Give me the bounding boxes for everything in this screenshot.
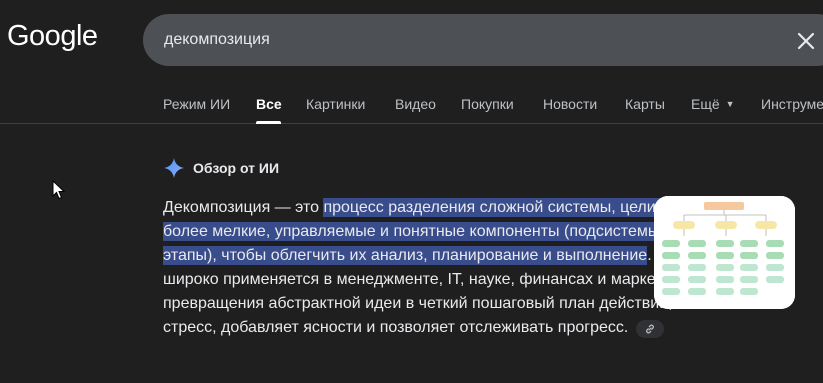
tab-more-label: Ещё [691, 96, 720, 112]
hierarchy-diagram-image [654, 196, 795, 309]
tab-all[interactable]: Все [256, 96, 282, 112]
search-tabs: Режим ИИ Все Картинки Видео Покупки Ново… [0, 86, 823, 124]
source-link-button[interactable] [636, 320, 665, 338]
tab-videos[interactable]: Видео [395, 96, 436, 112]
tab-ai-mode[interactable]: Режим ИИ [163, 96, 230, 112]
overview-text-before: Декомпозиция — это [163, 199, 324, 216]
active-tab-indicator [256, 121, 281, 124]
tab-news[interactable]: Новости [543, 96, 597, 112]
mouse-pointer-icon [52, 180, 66, 200]
tab-shopping[interactable]: Покупки [461, 96, 514, 112]
gemini-sparkle-icon [163, 157, 185, 179]
link-icon [646, 324, 655, 334]
chevron-down-icon: ▼ [725, 99, 735, 109]
decomposition-diagram-thumbnail[interactable] [654, 196, 795, 309]
clear-search-button[interactable] [795, 30, 817, 52]
tab-more[interactable]: Ещё ▼ [691, 96, 735, 112]
tab-tools[interactable]: Инструменты [761, 96, 823, 112]
google-logo[interactable]: Google [7, 20, 98, 53]
tab-images[interactable]: Картинки [306, 96, 365, 112]
search-input[interactable] [164, 29, 724, 51]
ai-overview-title: Обзор от ИИ [193, 160, 280, 176]
tab-maps[interactable]: Карты [625, 96, 665, 112]
ai-overview-header: Обзор от ИИ [163, 155, 279, 181]
close-icon [797, 32, 815, 50]
